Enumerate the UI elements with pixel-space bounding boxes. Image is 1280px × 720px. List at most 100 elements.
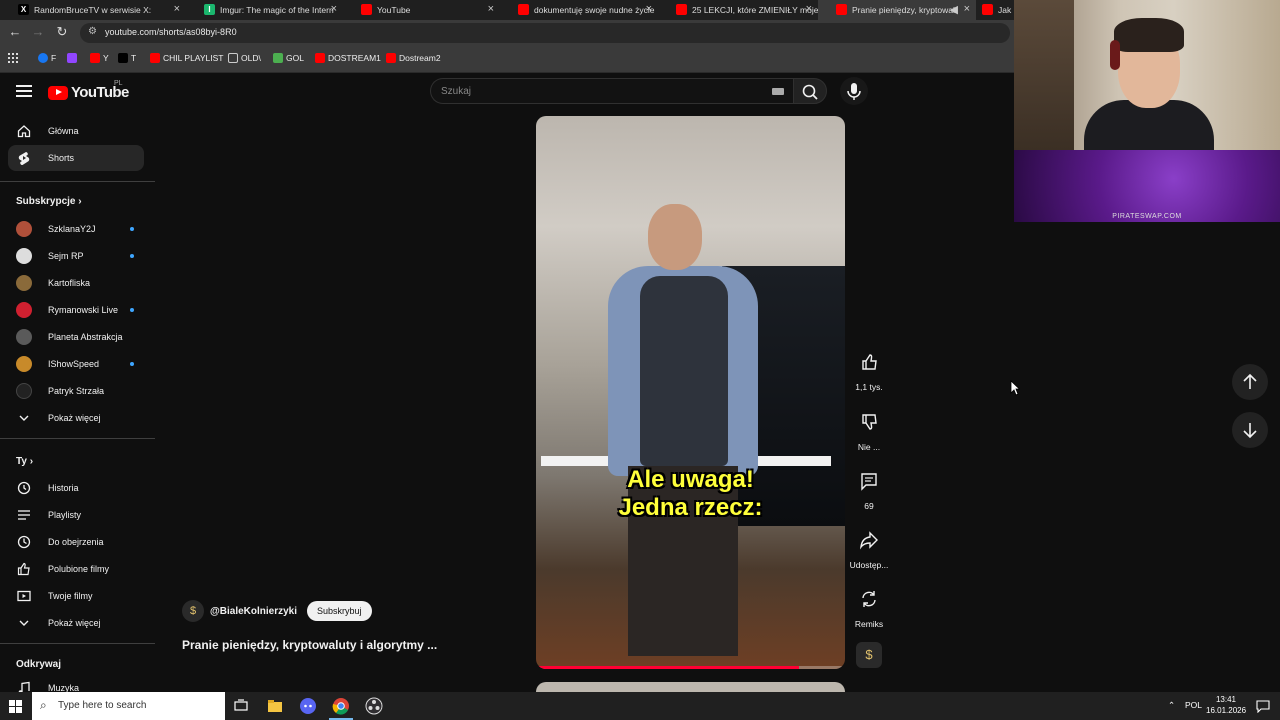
playlist-icon <box>18 510 30 520</box>
sidebar-item-subscription[interactable]: Kartofliska <box>8 270 144 296</box>
file-explorer-icon[interactable] <box>265 696 285 716</box>
channel-name[interactable]: @BialeKolnierzyki <box>210 606 297 617</box>
you-header[interactable]: Ty › <box>16 456 33 467</box>
url-field[interactable]: ⚙ youtube.com/shorts/as08byi-8R0 <box>80 23 1010 43</box>
sidebar-item-watch-later[interactable]: Do obejrzenia <box>8 529 144 555</box>
youtube-icon <box>90 53 100 63</box>
bookmark-gol[interactable]: GOL <box>273 53 304 63</box>
browser-tab[interactable]: Jak <box>976 0 1014 20</box>
avatar <box>16 383 32 399</box>
sidebar-item-subscription[interactable]: Rymanowski Live <box>8 297 144 323</box>
windows-start-icon[interactable] <box>9 700 22 713</box>
task-view-icon[interactable] <box>231 696 251 716</box>
search-icon: ⌕ <box>40 698 47 712</box>
subscriptions-header[interactable]: Subskrypcje › <box>16 196 82 207</box>
arrow-down-icon <box>1243 423 1257 439</box>
sidebar-item-subscription[interactable]: Patryk Strzała <box>8 378 144 404</box>
sidebar-item-subscription[interactable]: Sejm RP <box>8 243 144 269</box>
apps-icon[interactable] <box>8 53 18 63</box>
browser-tab[interactable]: YouTube × <box>343 0 500 20</box>
bookmark-dostream2[interactable]: Dostream2 <box>386 53 441 63</box>
comments-button[interactable]: 69 <box>845 463 893 511</box>
video-progress-bar[interactable] <box>536 666 845 669</box>
video-progress-fill <box>536 666 799 669</box>
new-content-dot <box>130 254 134 258</box>
input-language[interactable]: POL <box>1185 700 1202 710</box>
short-title[interactable]: Pranie pieniędzy, kryptowaluty i algoryt… <box>182 638 437 652</box>
bookmark-facebook[interactable]: F <box>38 53 56 63</box>
tab-title: Jak <box>998 5 1012 15</box>
browser-tab[interactable]: X RandomBruceTV w serwisie X: × <box>0 0 186 20</box>
sidebar-item-label: Polubione filmy <box>48 564 110 574</box>
sidebar-item-label: Pokaż więcej <box>48 618 101 628</box>
youtube-logo[interactable]: YouTube PL <box>48 80 129 101</box>
browser-tab[interactable]: I Imgur: The magic of the Intern × <box>186 0 343 20</box>
channel-avatar[interactable]: $ <box>182 600 204 622</box>
site-info-icon[interactable]: ⚙ <box>88 26 97 37</box>
microphone-icon <box>847 83 861 100</box>
bookmark-chil-playlist[interactable]: CHIL PLAYLIST <box>150 53 223 63</box>
sidebar-item-home[interactable]: Główna <box>8 118 144 144</box>
discord-icon[interactable] <box>298 696 318 716</box>
bookmark-label: GOL <box>286 53 304 63</box>
address-bar-row: ← → ↻ ⚙ youtube.com/shorts/as08byi-8R0 <box>0 20 1014 46</box>
remix-button[interactable]: Remiks <box>845 581 893 629</box>
close-tab-icon[interactable]: × <box>174 3 180 15</box>
sound-source-button[interactable]: $ <box>845 642 893 668</box>
reload-icon[interactable]: ↻ <box>54 24 70 40</box>
dislike-button[interactable]: Nie ... <box>845 404 893 452</box>
short-video-player[interactable]: Ale uwaga! Jedna rzecz: <box>536 116 845 669</box>
taskbar-search-input[interactable]: ⌕ Type here to search <box>32 692 225 720</box>
forward-icon[interactable]: → <box>30 24 46 39</box>
hamburger-menu-icon[interactable] <box>16 85 32 97</box>
tray-chevron-up-icon[interactable]: ⌃ <box>1168 700 1175 711</box>
subscribe-button[interactable]: Subskrybuj <box>307 601 372 621</box>
bookmark-label: OLD\ <box>241 53 261 63</box>
youtube-favicon-icon <box>982 4 993 15</box>
previous-short-button[interactable] <box>1232 364 1268 400</box>
bookmark-twitch[interactable] <box>67 53 77 63</box>
search-button[interactable] <box>793 78 827 104</box>
close-tab-icon[interactable]: × <box>331 3 337 15</box>
sidebar-item-liked-videos[interactable]: Polubione filmy <box>8 556 144 582</box>
chrome-icon[interactable] <box>331 696 351 716</box>
chevron-down-icon <box>19 415 29 421</box>
sidebar-item-subscription[interactable]: IShowSpeed <box>8 351 144 377</box>
keyboard-icon[interactable] <box>772 88 784 95</box>
sidebar-item-shorts[interactable]: Shorts <box>8 145 144 171</box>
back-icon[interactable]: ← <box>7 24 23 39</box>
search-input[interactable]: Szukaj <box>430 78 794 104</box>
close-tab-icon[interactable]: × <box>646 3 652 15</box>
bookmark-x[interactable]: T <box>118 53 136 63</box>
close-tab-icon[interactable]: × <box>964 3 970 15</box>
dislike-label: Nie ... <box>857 442 881 452</box>
close-tab-icon[interactable]: × <box>488 3 494 15</box>
taskbar-clock[interactable]: 13:41 16.01.2026 <box>1206 694 1246 716</box>
bookmark-youtube[interactable]: Y <box>90 53 109 63</box>
sidebar-item-your-videos[interactable]: Twoje filmy <box>8 583 144 609</box>
section-title: Subskrypcje <box>16 196 76 207</box>
sidebar-item-music[interactable]: Muzyka <box>8 675 144 692</box>
show-more-subscriptions[interactable]: Pokaż więcej <box>8 405 144 431</box>
speaker-icon[interactable]: ◀ <box>950 3 958 16</box>
sidebar-item-playlists[interactable]: Playlisty <box>8 502 144 528</box>
browser-tab[interactable]: dokumentuję swoje nudne życie × <box>500 0 658 20</box>
url-text[interactable]: youtube.com/shorts/as08byi-8R0 <box>105 27 237 37</box>
sidebar-item-label: Patryk Strzała <box>48 386 105 396</box>
share-button[interactable]: Udostęp... <box>845 522 893 570</box>
notification-icon[interactable] <box>1256 699 1270 713</box>
show-more-you[interactable]: Pokaż więcej <box>8 610 144 636</box>
like-button[interactable]: 1,1 tys. <box>845 344 893 392</box>
sidebar-item-subscription[interactable]: Planeta Abstrakcja <box>8 324 144 350</box>
next-short-button[interactable] <box>1232 412 1268 448</box>
bookmark-folder-old[interactable]: OLD\ <box>228 53 261 63</box>
browser-tab-active[interactable]: Pranie pieniędzy, kryptowal ◀ × <box>818 0 976 20</box>
youtube-icon <box>386 53 396 63</box>
sidebar-item-subscription[interactable]: SzklanaY2J <box>8 216 144 242</box>
voice-search-button[interactable] <box>840 77 868 105</box>
browser-tab[interactable]: 25 LEKCJI, które ZMIENIŁY moje × <box>658 0 818 20</box>
obs-icon[interactable] <box>364 696 384 716</box>
bookmark-dostream1[interactable]: DOSTREAM1 <box>315 53 381 63</box>
sidebar-item-history[interactable]: Historia <box>8 475 144 501</box>
close-tab-icon[interactable]: × <box>806 3 812 15</box>
